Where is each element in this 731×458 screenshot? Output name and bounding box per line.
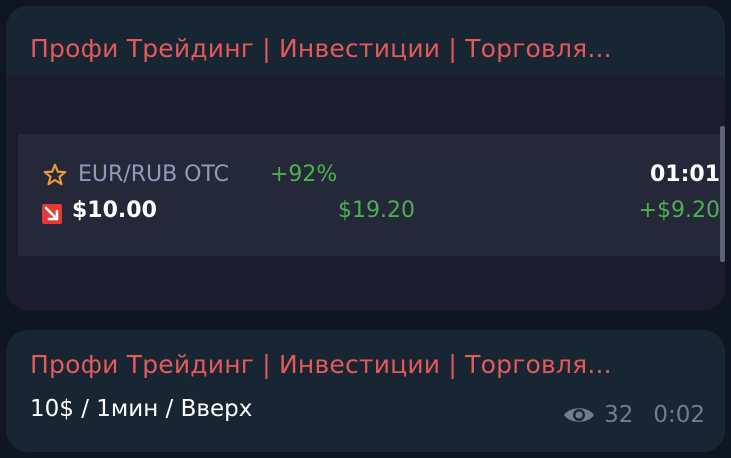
trade-payout: $19.20 xyxy=(338,198,415,223)
trade-amount: $10.00 xyxy=(72,198,157,223)
star-icon xyxy=(43,163,67,186)
message-time: 0:02 xyxy=(653,402,705,428)
trade-percent: +92% xyxy=(270,162,338,187)
views-count: 32 xyxy=(604,402,634,428)
trade-panel: EUR/RUB OTC +92% 01:01 $10.00 $19.20 +$9… xyxy=(18,134,720,256)
trade-timer: 01:01 xyxy=(649,162,720,187)
message-text: 10$ / 1мин / Вверх xyxy=(30,396,253,422)
message-bubble-1[interactable]: Профи Трейдинг | Инвестиции | Торговля..… xyxy=(6,6,725,310)
trade-pair: EUR/RUB OTC xyxy=(78,162,230,187)
eye-icon xyxy=(564,408,595,422)
screenshot-scrollbar xyxy=(720,126,725,262)
message-meta: 32 0:02 xyxy=(562,402,705,428)
sender-name[interactable]: Профи Трейдинг | Инвестиции | Торговля..… xyxy=(30,350,612,379)
trade-profit: +$9.20 xyxy=(638,198,720,223)
trade-screenshot[interactable]: EUR/RUB OTC +92% 01:01 $10.00 $19.20 +$9… xyxy=(6,76,725,310)
message-bubble-2[interactable]: Профи Трейдинг | Инвестиции | Торговля..… xyxy=(6,330,725,452)
arrow-down-right-icon xyxy=(42,204,62,224)
sender-name[interactable]: Профи Трейдинг | Инвестиции | Торговля..… xyxy=(30,34,612,63)
